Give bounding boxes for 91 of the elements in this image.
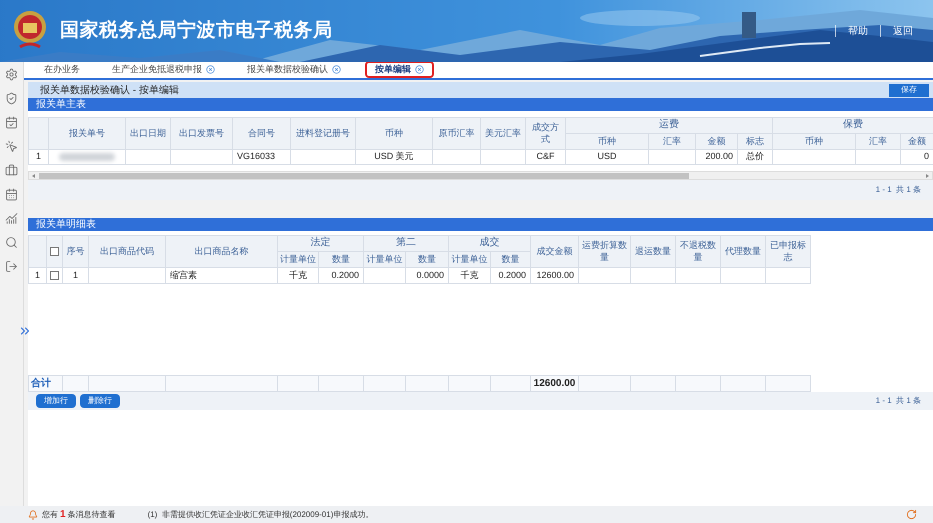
table-action-button[interactable]: 增加行	[36, 394, 76, 408]
column-header: 成交金额	[530, 236, 578, 268]
shield-check-icon[interactable]	[4, 90, 20, 106]
group-header: 保费	[772, 118, 933, 134]
notice-prefix: 您有	[42, 508, 58, 520]
close-icon[interactable]	[206, 65, 215, 74]
table-cell: 1	[28, 268, 46, 284]
table-cell: C&F	[526, 150, 566, 164]
column-header: 退运数量	[630, 236, 676, 268]
column-header: 出口商品代码	[88, 236, 166, 268]
checkbox[interactable]	[50, 270, 59, 280]
column-header: 序号	[62, 236, 88, 268]
column-header: 出口商品名称	[166, 236, 278, 268]
column-header: 金额	[900, 134, 933, 150]
column-header: 运费折算数量	[578, 236, 630, 268]
close-icon[interactable]	[415, 65, 424, 74]
briefcase-icon[interactable]	[4, 162, 20, 178]
column-header: 汇率	[856, 134, 900, 150]
column-header: 汇率	[648, 134, 696, 150]
pager: 1 - 1 共 1 条	[876, 184, 921, 196]
tab[interactable]: 按单编辑	[365, 61, 434, 78]
table-cell: 0.2000	[318, 268, 364, 284]
table-cell: 0	[900, 150, 933, 164]
column-header: 出口发票号	[170, 118, 232, 150]
column-header: 金额	[696, 134, 738, 150]
calendar-icon[interactable]	[4, 186, 20, 202]
tab[interactable]: 在办业务	[36, 61, 88, 78]
table-cell: 1	[28, 150, 48, 164]
total-label: 合计	[28, 376, 62, 392]
section-title: 报关单主表	[36, 98, 86, 112]
table-cell: VG16033	[232, 150, 290, 164]
column-header: 代理数量	[720, 236, 766, 268]
column-header: 原币汇率	[432, 118, 480, 150]
column-header: 报关单号	[48, 118, 126, 150]
table-cell: 200.00	[696, 150, 738, 164]
column-header: 成交方式	[526, 118, 566, 150]
table-cell: 总价	[738, 150, 772, 164]
column-header: 币种	[356, 118, 432, 150]
table-cell: USD	[566, 150, 648, 164]
calendar-check-icon[interactable]	[4, 114, 20, 130]
column-header: 币种	[772, 134, 856, 150]
message-count: 1	[60, 508, 66, 522]
group-header: 成交	[448, 236, 530, 252]
search-icon[interactable]	[4, 234, 20, 250]
tab[interactable]: 报关单数据校验确认	[239, 61, 349, 78]
table-cell: 缩宫素	[166, 268, 278, 284]
horizontal-scrollbar[interactable]	[28, 171, 933, 180]
column-header: 已申报标志	[766, 236, 810, 268]
cursor-click-icon[interactable]	[4, 138, 20, 154]
notice-suffix: 条消息待查看	[68, 508, 116, 520]
table-action-button[interactable]: 删除行	[80, 394, 120, 408]
column-header: 计量单位	[364, 252, 406, 268]
pager: 1 - 1 共 1 条	[876, 395, 921, 407]
column-header: 进料登记册号	[290, 118, 356, 150]
blurred-value	[59, 153, 115, 161]
tab[interactable]: 生产企业免抵退税申报	[104, 61, 223, 78]
table-cell: 1	[62, 268, 88, 284]
save-button[interactable]: 保存	[889, 84, 929, 96]
group-header: 法定	[278, 236, 364, 252]
header-link[interactable]: 帮助	[848, 24, 868, 38]
column-header: 计量单位	[448, 252, 490, 268]
table-cell: 千克	[448, 268, 490, 284]
site-title: 国家税务总局宁波市电子税务局	[60, 18, 333, 43]
group-header: 第二	[364, 236, 448, 252]
column-header: 计量单位	[278, 252, 318, 268]
table-cell: USD 美元	[356, 150, 432, 164]
column-header: 出口日期	[126, 118, 170, 150]
section-title: 报关单明细表	[36, 218, 96, 232]
column-header: 数量	[406, 252, 448, 268]
column-header: 美元汇率	[480, 118, 526, 150]
table-cell: 12600.00	[530, 268, 578, 284]
status-message: (1) 非需提供收汇凭证企业收汇凭证申报(202009-01)申报成功。	[148, 508, 374, 520]
header-link[interactable]: 返回	[893, 24, 913, 38]
refresh-icon[interactable]	[906, 509, 917, 520]
table-cell: 0.0000	[406, 268, 448, 284]
column-header: 标志	[738, 134, 772, 150]
column-header: 数量	[490, 252, 530, 268]
table-cell: 千克	[278, 268, 318, 284]
bell-icon[interactable]	[28, 510, 38, 520]
close-icon[interactable]	[332, 65, 341, 74]
table-cell: 0.2000	[490, 268, 530, 284]
page-title: 报关单数据校验确认 - 按单编辑	[40, 84, 179, 98]
column-header: 合同号	[232, 118, 290, 150]
column-header: 数量	[318, 252, 364, 268]
column-header: 币种	[566, 134, 648, 150]
exit-icon[interactable]	[4, 258, 20, 274]
column-header: 不退税数量	[676, 236, 720, 268]
checkbox[interactable]	[50, 246, 59, 256]
chart-icon[interactable]	[4, 210, 20, 226]
group-header: 运费	[566, 118, 772, 134]
settings-icon[interactable]	[4, 66, 20, 82]
